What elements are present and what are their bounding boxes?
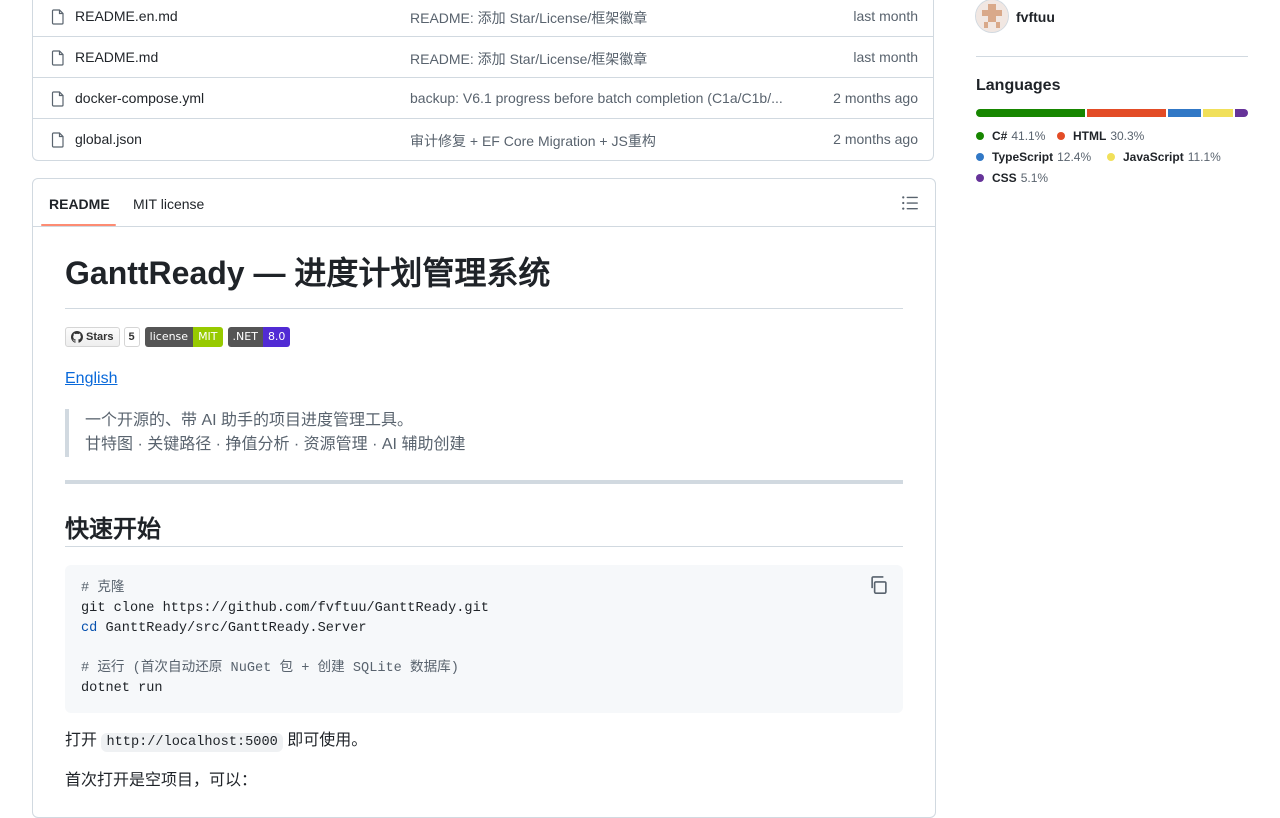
language-color-dot: [976, 174, 984, 182]
language-percent: 12.4%: [1057, 150, 1092, 164]
code-keyword: cd: [81, 621, 98, 636]
language-item-html[interactable]: HTML 30.3%: [1057, 129, 1144, 143]
file-icon: [51, 132, 64, 148]
dotnet-badge-value: 8.0: [262, 327, 291, 347]
language-name: JavaScript: [1123, 150, 1184, 164]
commit-message[interactable]: backup: V6.1 progress before batch compl…: [410, 90, 794, 106]
open-prefix: 打开: [65, 732, 98, 749]
language-bar-segment: [1234, 109, 1248, 117]
dotnet-badge-label: .NET: [227, 327, 263, 347]
open-suffix: 即可使用。: [287, 732, 368, 749]
commit-time: last month: [853, 8, 918, 24]
blockquote: 一个开源的、带 AI 助手的项目进度管理工具。 甘特图 · 关键路径 · 挣值分…: [65, 409, 465, 457]
file-row[interactable]: global.json 审计修复 + EF Core Migration + J…: [33, 119, 933, 160]
code-line: dotnet run: [81, 681, 163, 696]
inline-code-url: http://localhost:5000: [101, 733, 283, 752]
sidebar-divider: [976, 56, 1248, 57]
file-row[interactable]: README.md README: 添加 Star/License/框架徽章 l…: [33, 37, 933, 78]
file-name[interactable]: docker-compose.yml: [75, 90, 204, 106]
code-line: git clone https://github.com/fvftuu/Gant…: [81, 601, 489, 616]
quote-line-2: 甘特图 · 关键路径 · 挣值分析 · 资源管理 · AI 辅助创建: [85, 436, 466, 453]
language-bar: [976, 109, 1248, 117]
copy-icon[interactable]: [869, 575, 889, 595]
file-name[interactable]: README.en.md: [75, 8, 178, 24]
license-badge-label: license: [144, 327, 194, 347]
language-color-dot: [1107, 153, 1115, 161]
code-line: # 克隆: [81, 581, 125, 596]
file-name[interactable]: global.json: [75, 131, 142, 147]
commit-time: 2 months ago: [833, 90, 918, 106]
tab-mit-license[interactable]: MIT license: [133, 196, 204, 212]
language-name: CSS: [992, 171, 1017, 185]
language-bar-segment: [976, 109, 1085, 117]
github-icon: [71, 331, 83, 343]
file-icon: [51, 9, 64, 25]
language-item-css[interactable]: CSS 5.1%: [976, 171, 1048, 185]
dotnet-badge[interactable]: .NET 8.0: [227, 327, 291, 347]
tab-readme[interactable]: README: [49, 196, 110, 212]
file-list: README.en.md README: 添加 Star/License/框架徽…: [32, 0, 934, 161]
language-item-csharp[interactable]: C# 41.1%: [976, 129, 1045, 143]
language-percent: 5.1%: [1020, 171, 1049, 185]
commit-message[interactable]: README: 添加 Star/License/框架徽章: [410, 8, 794, 28]
stars-badge[interactable]: Stars 5: [65, 327, 140, 347]
stars-count: 5: [123, 327, 140, 347]
code-block: # 克隆 git clone https://github.com/fvftuu…: [65, 565, 903, 713]
license-badge[interactable]: license MIT: [144, 327, 223, 347]
readme-panel: README MIT license GanttReady — 进度计划管理系统…: [32, 178, 936, 818]
code-line: # 运行 (首次自动还原 NuGet 包 + 创建 SQLite 数据库): [81, 661, 459, 676]
language-name: TypeScript: [992, 150, 1054, 164]
language-percent: 41.1%: [1011, 129, 1046, 143]
avatar[interactable]: [976, 0, 1008, 32]
license-badge-value: MIT: [193, 327, 223, 347]
horizontal-rule: [65, 480, 903, 484]
badge-row: Stars 5 license MIT .NET 8.0: [65, 327, 291, 347]
active-tab-indicator: [41, 224, 116, 226]
language-bar-segment: [1168, 109, 1202, 117]
language-item-javascript[interactable]: JavaScript 11.1%: [1107, 150, 1221, 164]
language-bar-segment: [1086, 109, 1167, 117]
contributor-name[interactable]: fvftuu: [1016, 9, 1055, 25]
readme-title: GanttReady — 进度计划管理系统: [65, 239, 903, 309]
english-link[interactable]: English: [65, 370, 117, 388]
readme-tabs: README MIT license: [33, 179, 935, 227]
quote-line-1: 一个开源的、带 AI 助手的项目进度管理工具。: [85, 412, 414, 429]
language-color-dot: [1057, 132, 1065, 140]
readme-title-text: GanttReady — 进度计划管理系统: [65, 255, 551, 291]
code-text: GanttReady/src/GanttReady.Server: [97, 621, 367, 636]
language-bar-segment: [1203, 109, 1233, 117]
file-icon: [51, 50, 64, 66]
file-name[interactable]: README.md: [75, 49, 158, 65]
file-row[interactable]: docker-compose.yml backup: V6.1 progress…: [33, 78, 933, 119]
outline-list-icon[interactable]: [901, 194, 919, 212]
code-line: cd GanttReady/src/GanttReady.Server: [81, 619, 887, 639]
first-open-text: 首次打开是空项目，可以：: [65, 772, 258, 789]
language-item-typescript[interactable]: TypeScript 12.4%: [976, 150, 1091, 164]
language-percent: 30.3%: [1110, 129, 1145, 143]
stars-label: Stars: [86, 331, 114, 343]
quickstart-heading: 快速开始: [65, 509, 903, 547]
language-name: HTML: [1073, 129, 1107, 143]
identicon-image: [976, 0, 1008, 32]
languages-title: Languages: [976, 77, 1061, 94]
language-name: C#: [992, 129, 1008, 143]
commit-message[interactable]: 审计修复 + EF Core Migration + JS重构: [410, 131, 794, 151]
stars-badge-label: Stars: [65, 327, 120, 347]
file-row[interactable]: README.en.md README: 添加 Star/License/框架徽…: [33, 0, 933, 37]
commit-message[interactable]: README: 添加 Star/License/框架徽章: [410, 49, 794, 69]
commit-time: last month: [853, 49, 918, 65]
language-color-dot: [976, 153, 984, 161]
language-color-dot: [976, 132, 984, 140]
commit-time: 2 months ago: [833, 131, 918, 147]
file-icon: [51, 91, 64, 107]
open-instruction: 打开 http://localhost:5000 即可使用。: [65, 729, 367, 755]
language-percent: 11.1%: [1187, 150, 1221, 164]
